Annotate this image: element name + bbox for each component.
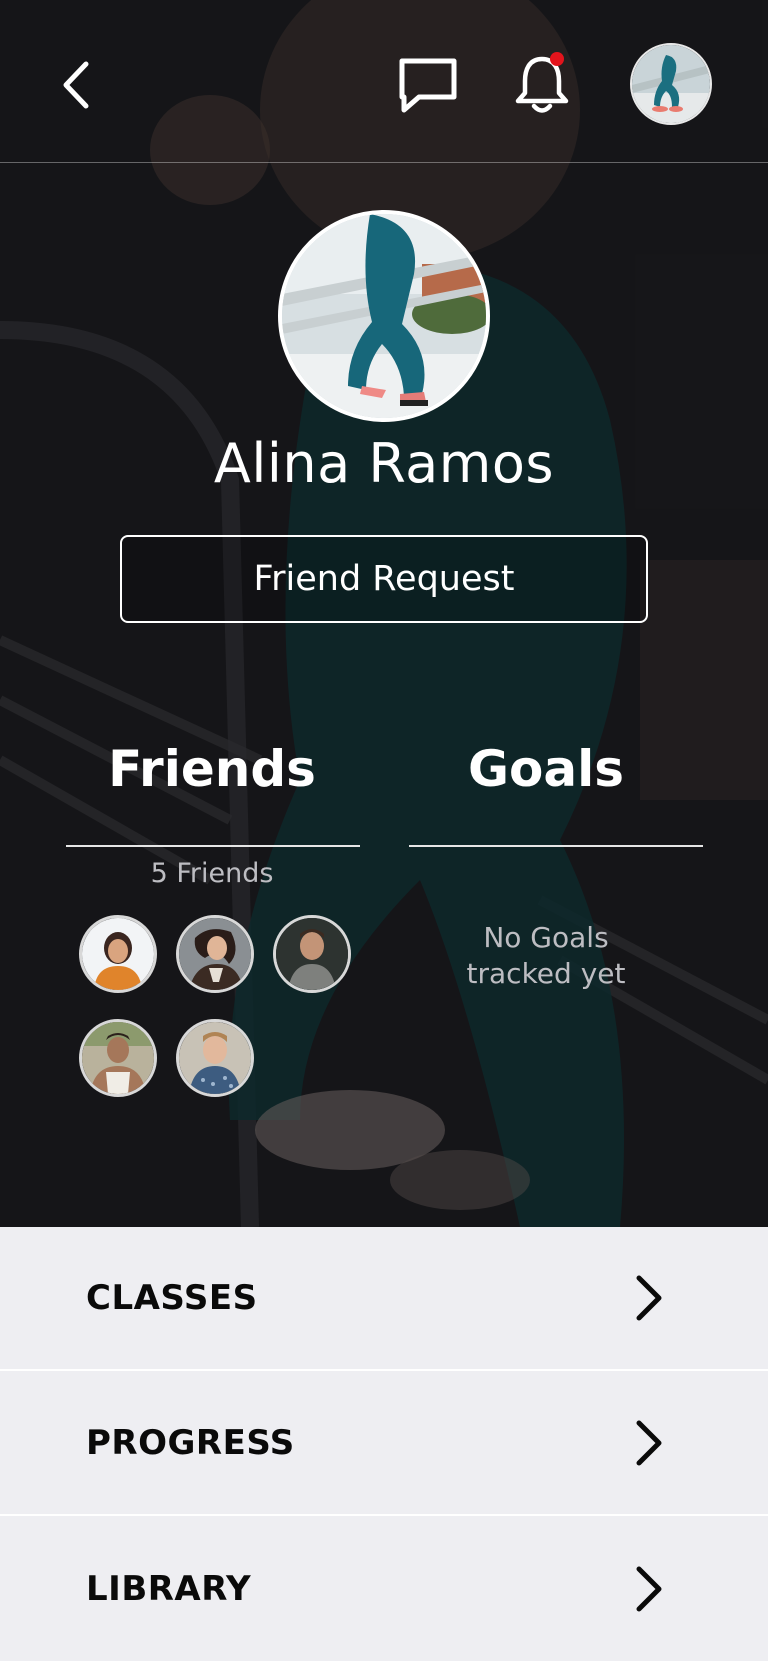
profile-photo [282, 214, 486, 418]
friend-photo [82, 1022, 154, 1094]
friends-heading[interactable]: Friends [62, 740, 362, 798]
profile-menu: CLASSES PROGRESS LIBRARY [0, 1227, 768, 1661]
profile-name: Alina Ramos [213, 432, 555, 495]
menu-item-library[interactable]: LIBRARY [0, 1517, 768, 1661]
friend-photo [179, 1022, 251, 1094]
friends-divider [66, 845, 360, 847]
goals-empty-line-1: No Goals [483, 921, 609, 954]
chevron-right-icon [628, 1564, 668, 1614]
profile-picture[interactable] [278, 210, 490, 422]
notifications-button[interactable] [508, 50, 576, 120]
friends-count: 5 Friends [150, 858, 274, 889]
menu-item-progress[interactable]: PROGRESS [0, 1372, 768, 1516]
friend-avatar[interactable] [273, 915, 351, 993]
menu-item-label: LIBRARY [86, 1569, 252, 1609]
chevron-left-icon [63, 61, 89, 109]
back-button[interactable] [50, 55, 100, 115]
top-bar [0, 0, 768, 163]
header-divider [0, 162, 768, 163]
friend-avatar[interactable] [79, 1019, 157, 1097]
friend-photo [82, 918, 154, 990]
messages-button[interactable] [394, 52, 462, 118]
menu-item-label: PROGRESS [86, 1423, 295, 1463]
friend-avatar[interactable] [176, 915, 254, 993]
user-avatar[interactable] [630, 43, 712, 125]
goals-divider [409, 845, 703, 847]
chat-bubble-icon [399, 58, 457, 113]
chevron-right-icon [628, 1418, 668, 1468]
friend-photo [276, 918, 348, 990]
friend-avatar[interactable] [79, 915, 157, 993]
goals-empty-line-2: tracked yet [466, 957, 626, 990]
profile-screen: Alina Ramos Friend Request Friends 5 Fri… [0, 0, 768, 1661]
friend-avatar[interactable] [176, 1019, 254, 1097]
notification-badge [550, 52, 564, 66]
chevron-right-icon [628, 1273, 668, 1323]
friend-request-button[interactable]: Friend Request [120, 535, 648, 623]
menu-item-label: CLASSES [86, 1278, 258, 1318]
goals-heading[interactable]: Goals [396, 740, 696, 798]
avatar-photo [632, 45, 710, 123]
friend-photo [179, 918, 251, 990]
goals-empty-state: No Goals tracked yet [396, 920, 696, 992]
menu-item-classes[interactable]: CLASSES [0, 1227, 768, 1371]
